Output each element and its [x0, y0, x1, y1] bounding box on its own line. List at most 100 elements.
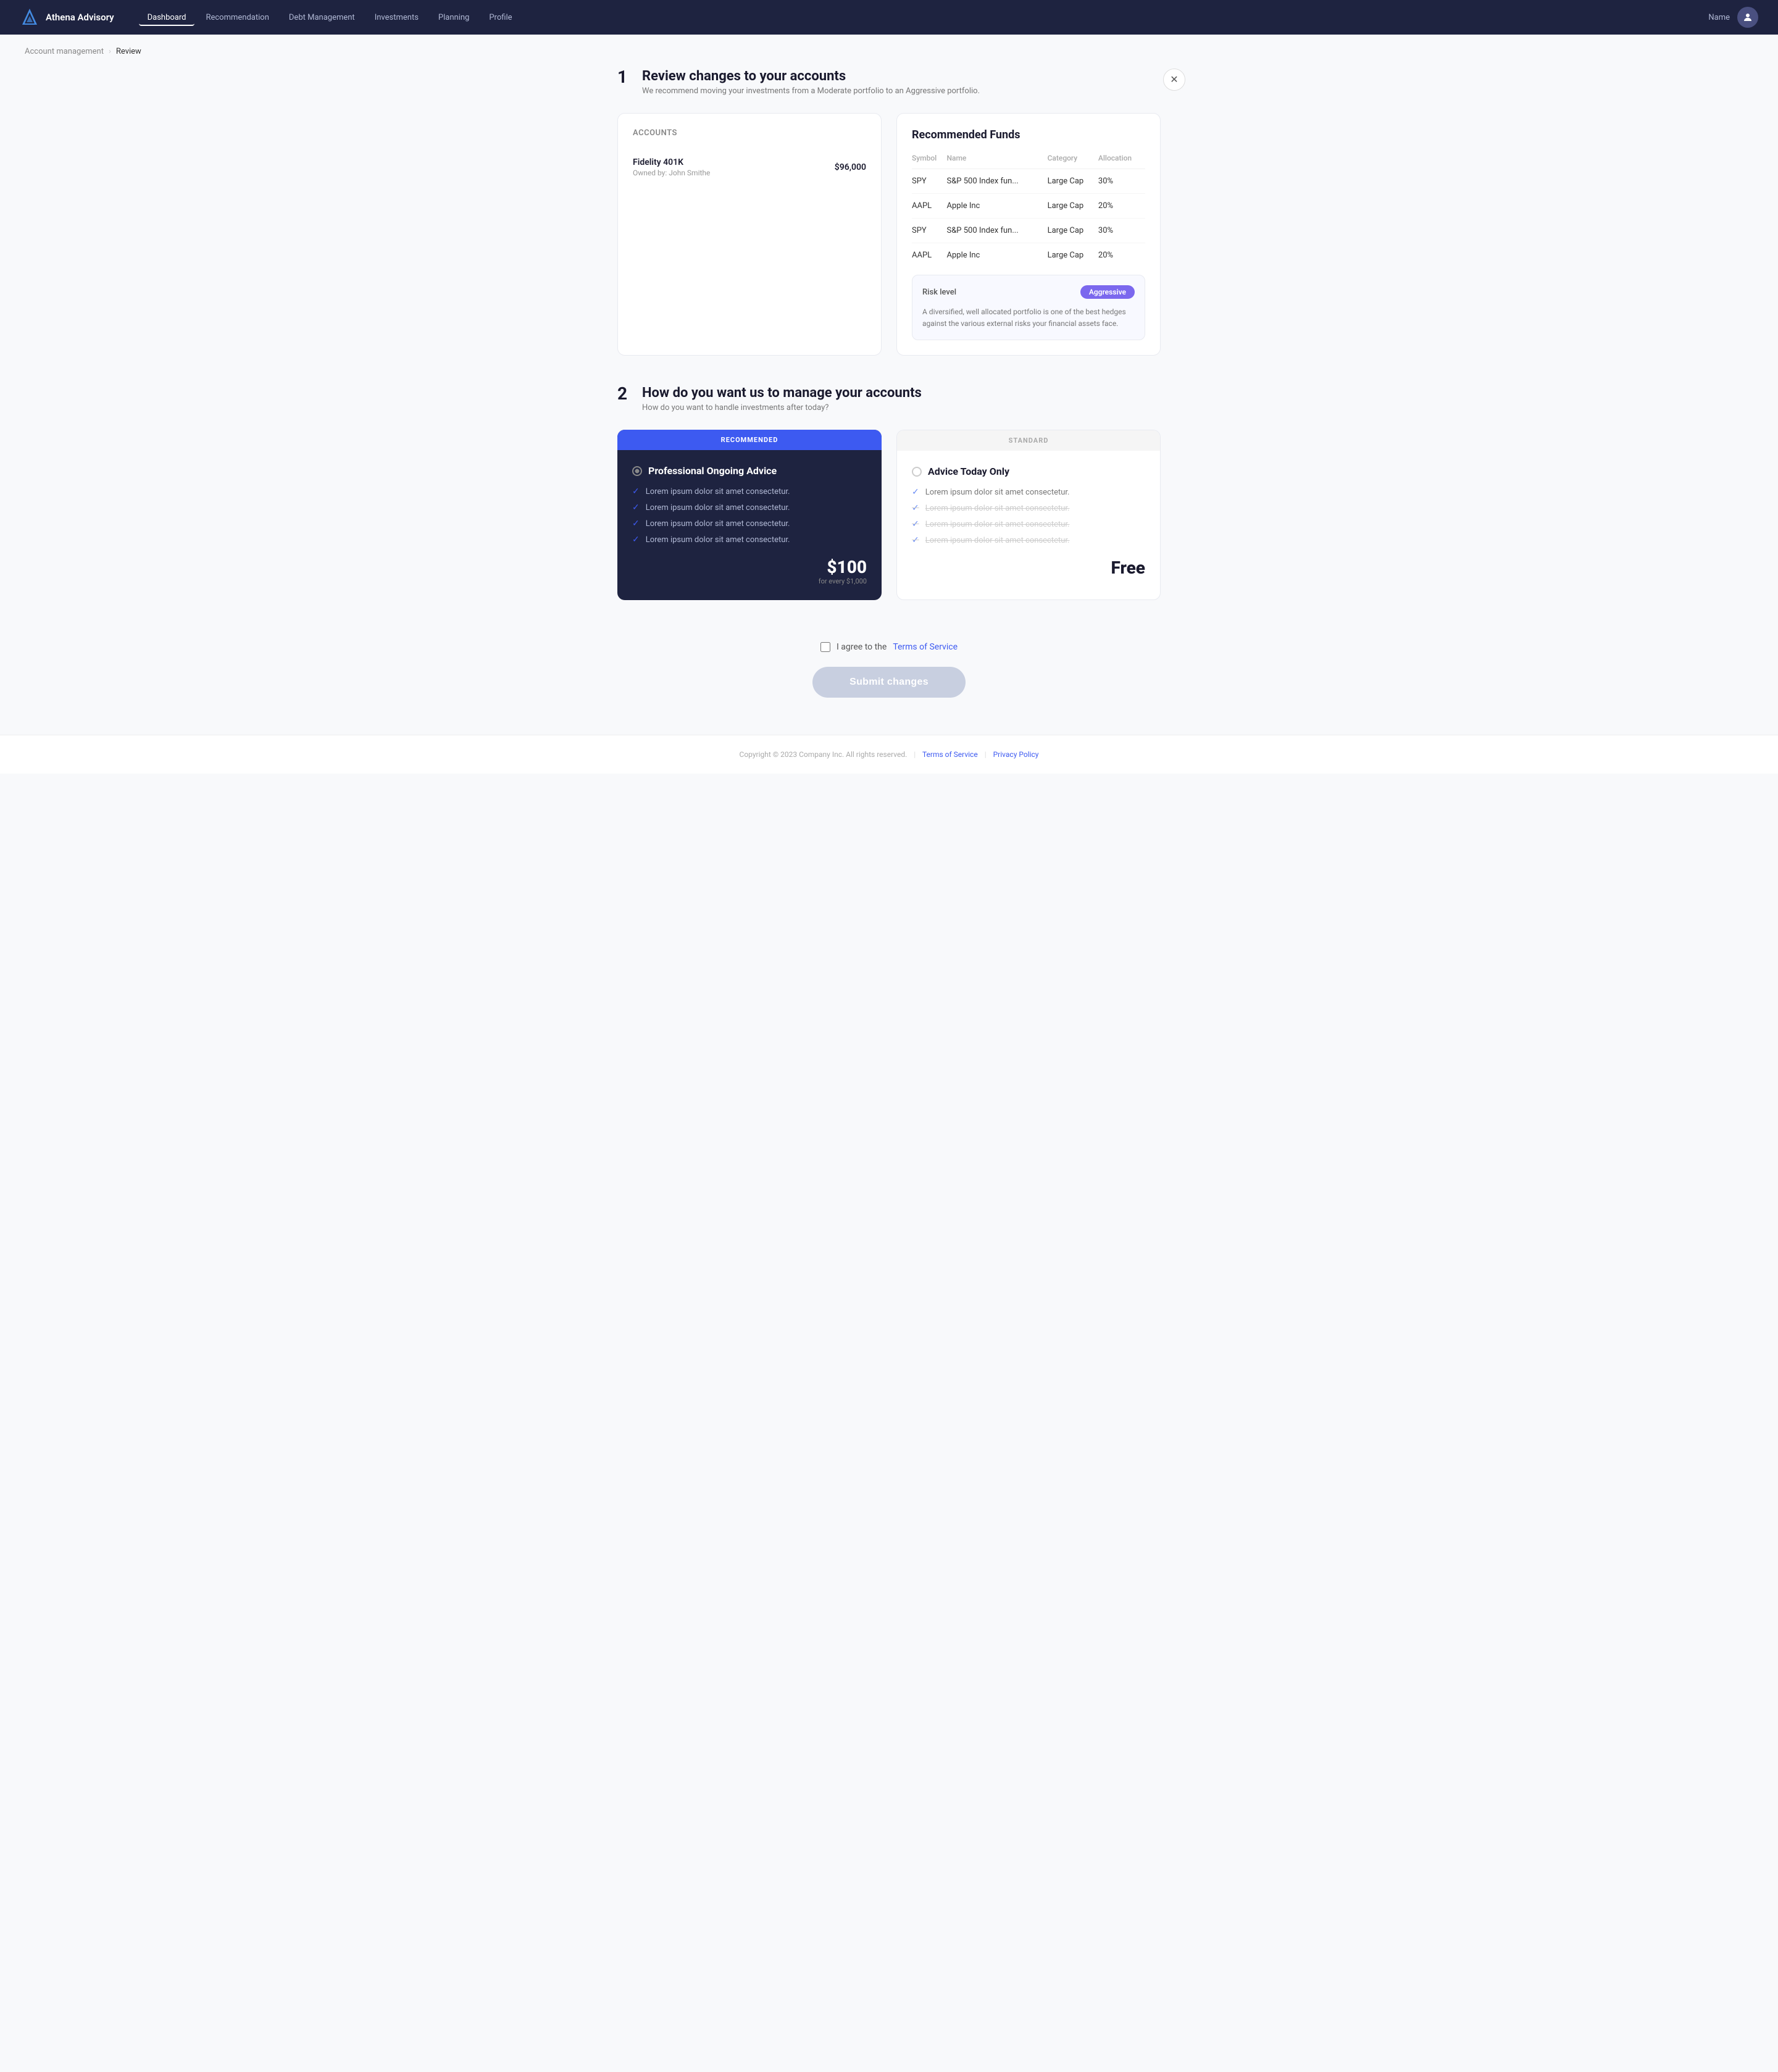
section-management: 2 How do you want us to manage your acco… [617, 385, 1161, 600]
fund-name-1: Apple Inc [946, 194, 1047, 219]
plan-recommended-radio[interactable] [632, 466, 642, 476]
nav-profile[interactable]: Profile [480, 9, 520, 26]
funds-table-wrapper[interactable]: Symbol Name Category Allocation SPY S&P … [912, 154, 1145, 265]
fund-name-3: Apple Inc [946, 243, 1047, 265]
plan-standard-radio[interactable] [912, 467, 922, 477]
accounts-label: Accounts [633, 128, 866, 138]
nav-recommendation[interactable]: Recommendation [197, 9, 277, 26]
section1-subtitle: We recommend moving your investments fro… [642, 86, 980, 96]
user-avatar[interactable] [1737, 7, 1758, 28]
plan-recommended-title-row: Professional Ongoing Advice [632, 465, 867, 477]
col-name: Name [946, 154, 1047, 169]
plan-recommended-badge: RECOMMENDED [617, 430, 882, 450]
footer-tos-link[interactable]: Terms of Service [922, 750, 978, 759]
nav-planning[interactable]: Planning [430, 9, 478, 26]
rec-feature-text-3: Lorem ipsum dolor sit amet consectetur. [646, 535, 790, 545]
fund-allocation-1: 20% [1098, 194, 1145, 219]
check-icon-3: ✓ [632, 535, 640, 545]
terms-of-service-link[interactable]: Terms of Service [893, 642, 958, 652]
plan-options: RECOMMENDED Professional Ongoing Advice … [617, 430, 1161, 600]
rec-feature-text-0: Lorem ipsum dolor sit amet consectetur. [646, 487, 790, 496]
plan-recommended-price: $100 for every $1,000 [819, 557, 867, 585]
funds-row-3: AAPL Apple Inc Large Cap 20% [912, 243, 1145, 265]
fund-category-3: Large Cap [1048, 243, 1098, 265]
footer-sep2: | [985, 750, 987, 759]
breadcrumb: Account management › Review [0, 35, 1778, 62]
breadcrumb-separator: › [109, 47, 111, 56]
section2-title: How do you want us to manage your accoun… [642, 385, 922, 401]
plan-recommended-card: RECOMMENDED Professional Ongoing Advice … [617, 430, 882, 600]
std-feature-1: ✓ Lorem ipsum dolor sit amet consectetur. [912, 503, 1145, 513]
std-feature-text-3: Lorem ipsum dolor sit amet consectetur. [925, 536, 1070, 545]
fund-symbol-0: SPY [912, 169, 946, 194]
col-symbol: Symbol [912, 154, 946, 169]
section2-subtitle: How do you want to handle investments af… [642, 403, 922, 412]
rec-feature-1: ✓Lorem ipsum dolor sit amet consectetur. [632, 503, 867, 512]
plan-recommended-features: ✓ Lorem ipsum dolor sit amet consectetur.… [632, 487, 867, 545]
accounts-card: Accounts Fidelity 401K Owned by: John Sm… [617, 113, 882, 356]
risk-description: A diversified, well allocated portfolio … [922, 306, 1135, 330]
account-name: Fidelity 401K [633, 157, 710, 167]
terms-section: I agree to the Terms of Service Submit c… [617, 630, 1161, 698]
submit-button[interactable]: Submit changes [812, 667, 966, 698]
section1-header: 1 Review changes to your accounts We rec… [617, 69, 1161, 96]
section1-title-block: Review changes to your accounts We recom… [642, 69, 980, 96]
fund-symbol-2: SPY [912, 219, 946, 243]
footer-sep1: | [914, 750, 916, 759]
plan-standard-body: Advice Today Only ✓ Lorem ipsum dolor sit… [897, 451, 1160, 593]
plan-recommended-price-desc: for every $1,000 [819, 577, 867, 585]
rec-feature-3: ✓ Lorem ipsum dolor sit amet consectetur. [632, 535, 867, 545]
logo[interactable]: Athena Advisory [20, 7, 114, 27]
plan-standard-title-row: Advice Today Only [912, 466, 1145, 477]
fund-allocation-3: 20% [1098, 243, 1145, 265]
funds-card: Recommended Funds Symbol Name Category A… [896, 113, 1161, 356]
nav-investments[interactable]: Investments [366, 9, 427, 26]
fund-name-2: S&P 500 Index fun... [946, 219, 1047, 243]
fund-allocation-0: 30% [1098, 169, 1145, 194]
fund-name-0: S&P 500 Index fun... [946, 169, 1047, 194]
fund-allocation-2: 30% [1098, 219, 1145, 243]
breadcrumb-parent[interactable]: Account management [25, 47, 104, 56]
col-category: Category [1048, 154, 1098, 169]
risk-label: Risk level [922, 288, 956, 297]
plan-standard-badge: STANDARD [897, 430, 1160, 451]
rec-feature-2: ✓ Lorem ipsum dolor sit amet consectetur. [632, 519, 867, 528]
risk-section: Risk level Aggressive A diversified, wel… [912, 275, 1145, 340]
section1-columns: Accounts Fidelity 401K Owned by: John Sm… [617, 113, 1161, 356]
check-std-icon-0: ✓ [912, 487, 919, 497]
nav-dashboard[interactable]: Dashboard [139, 9, 195, 26]
terms-agree-text: I agree to the [837, 642, 887, 652]
section-review: 1 Review changes to your accounts We rec… [617, 69, 1161, 356]
footer-copyright: Copyright © 2023 Company Inc. All rights… [740, 750, 908, 759]
footer-privacy-link[interactable]: Privacy Policy [993, 750, 1039, 759]
breadcrumb-current: Review [116, 47, 141, 56]
section2-title-block: How do you want us to manage your accoun… [642, 385, 922, 412]
std-feature-text-0: Lorem ipsum dolor sit amet consectetur. [925, 488, 1070, 497]
plan-standard-card: STANDARD Advice Today Only ✓ Lorem ipsum … [896, 430, 1161, 600]
plan-recommended-title: Professional Ongoing Advice [648, 465, 777, 477]
std-feature-text-1: Lorem ipsum dolor sit amet consectetur. [925, 504, 1070, 513]
rec-feature-text-1: Lorem ipsum dolor sit amet consectetur. [646, 503, 790, 512]
section2-header: 2 How do you want us to manage your acco… [617, 385, 1161, 412]
plan-recommended-price-amount: $100 [819, 557, 867, 577]
nav-right: Name [1708, 7, 1758, 28]
col-allocation: Allocation [1098, 154, 1145, 169]
nav-debt-management[interactable]: Debt Management [280, 9, 364, 26]
account-row: Fidelity 401K Owned by: John Smithe $96,… [633, 150, 866, 185]
plan-standard-price: Free [1111, 558, 1145, 578]
check-std-icon-1: ✓ [912, 503, 919, 513]
std-feature-3: ✓Lorem ipsum dolor sit amet consectetur. [912, 535, 1145, 545]
terms-checkbox[interactable] [820, 642, 830, 652]
close-button[interactable]: ✕ [1163, 69, 1185, 91]
check-icon-0: ✓ [632, 487, 640, 496]
fund-symbol-1: AAPL [912, 194, 946, 219]
std-feature-0: ✓ Lorem ipsum dolor sit amet consectetur. [912, 487, 1145, 497]
risk-row: Risk level Aggressive [922, 285, 1135, 299]
rec-feature-0: ✓ Lorem ipsum dolor sit amet consectetur. [632, 487, 867, 496]
check-icon-2: ✓ [632, 519, 640, 528]
nav-links: Dashboard Recommendation Debt Management… [139, 9, 1709, 26]
funds-title: Recommended Funds [912, 128, 1145, 141]
rec-feature-text-2: Lorem ipsum dolor sit amet consectetur. [646, 519, 790, 528]
check-std-icon-2: ✓ [912, 519, 919, 529]
terms-row: I agree to the Terms of Service [820, 642, 958, 652]
